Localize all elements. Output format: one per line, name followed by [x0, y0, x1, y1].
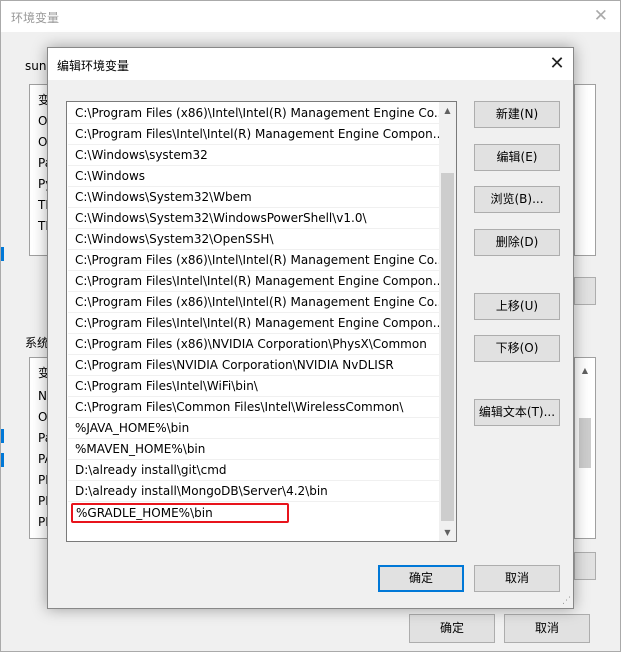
dialog-title: 编辑环境变量 [57, 59, 130, 73]
path-entry[interactable]: C:\Windows\System32\OpenSSH\ [68, 229, 440, 250]
path-entry[interactable]: C:\Windows [68, 166, 440, 187]
path-entry[interactable]: C:\Program Files\Intel\Intel(R) Manageme… [68, 124, 440, 145]
editing-path-entry-input[interactable]: %GRADLE_HOME%\bin [71, 503, 289, 523]
system-variables-list[interactable]: 变 NU Os Pa PA PR PR PR [29, 357, 56, 539]
scrollbar-thumb[interactable] [441, 173, 454, 521]
path-entry[interactable]: D:\already install\git\cmd [68, 460, 440, 481]
bg-window-title: 环境变量 [11, 11, 60, 25]
bg-cancel-button[interactable]: 取消 [504, 614, 590, 643]
path-entry[interactable]: C:\Program Files (x86)\Intel\Intel(R) Ma… [68, 103, 440, 124]
bg-ok-button[interactable]: 确定 [409, 614, 495, 643]
ok-button[interactable]: 确定 [378, 565, 464, 592]
selection-marker [1, 453, 4, 467]
close-icon[interactable]: ✕ [541, 48, 573, 80]
system-variables-label: 系统 [25, 336, 50, 350]
path-entry[interactable]: %JAVA_HOME%\bin [68, 418, 440, 439]
scroll-up-arrow-icon[interactable]: ▲ [439, 102, 456, 119]
move-down-button[interactable]: 下移(O) [474, 335, 560, 362]
path-entry[interactable]: C:\Program Files (x86)\NVIDIA Corporatio… [68, 334, 440, 355]
path-entry[interactable]: C:\Program Files\Intel\Intel(R) Manageme… [68, 313, 440, 334]
path-entry[interactable]: C:\Windows\System32\WindowsPowerShell\v1… [68, 208, 440, 229]
user-variables-list[interactable]: 变 On On Pa Py TE TM [29, 84, 56, 256]
bg-titlebar: 环境变量 ✕ [1, 1, 620, 32]
path-entry[interactable]: D:\already install\MongoDB\Server\4.2\bi… [68, 481, 440, 502]
scroll-up-arrow-icon[interactable]: ▲ [577, 366, 593, 375]
bg-system-button[interactable] [574, 552, 596, 580]
delete-button[interactable]: 删除(D) [474, 229, 560, 256]
path-entry[interactable]: C:\Program Files (x86)\Intel\Intel(R) Ma… [68, 250, 440, 271]
bg-scrollbar-thumb[interactable] [579, 418, 591, 468]
path-entry[interactable]: C:\Program Files\Intel\Intel(R) Manageme… [68, 271, 440, 292]
browse-button[interactable]: 浏览(B)... [474, 186, 560, 213]
move-up-button[interactable]: 上移(U) [474, 293, 560, 320]
selection-marker [1, 247, 4, 261]
resize-grip-icon[interactable]: ⋰ [562, 596, 571, 606]
scroll-down-arrow-icon[interactable]: ▼ [439, 524, 456, 541]
path-entry[interactable]: %MAVEN_HOME%\bin [68, 439, 440, 460]
dialog-titlebar: 编辑环境变量 ✕ [48, 48, 573, 80]
bg-close-icon[interactable]: ✕ [594, 6, 608, 26]
path-entry[interactable]: C:\Program Files\NVIDIA Corporation\NVID… [68, 355, 440, 376]
bg-user-button[interactable] [574, 277, 596, 305]
path-entry[interactable]: C:\Program Files\Common Files\Intel\Wire… [68, 397, 440, 418]
system-list-right-edge: ▲ [574, 357, 596, 539]
path-entry[interactable]: C:\Program Files\Intel\WiFi\bin\ [68, 376, 440, 397]
user-list-right-edge [574, 84, 596, 256]
path-entries-list[interactable]: C:\Program Files (x86)\Intel\Intel(R) Ma… [66, 101, 457, 542]
path-entry[interactable]: C:\Windows\System32\Wbem [68, 187, 440, 208]
edit-text-button[interactable]: 编辑文本(T)... [474, 399, 560, 426]
selection-marker [1, 429, 4, 443]
path-entry[interactable]: C:\Program Files (x86)\Intel\Intel(R) Ma… [68, 292, 440, 313]
cancel-button[interactable]: 取消 [474, 565, 560, 592]
path-entry[interactable]: C:\Windows\system32 [68, 145, 440, 166]
new-button[interactable]: 新建(N) [474, 101, 560, 128]
edit-button[interactable]: 编辑(E) [474, 144, 560, 171]
edit-environment-variable-dialog: 编辑环境变量 ✕ C:\Program Files (x86)\Intel\In… [47, 47, 574, 609]
list-vertical-scrollbar[interactable]: ▲ ▼ [439, 102, 456, 541]
